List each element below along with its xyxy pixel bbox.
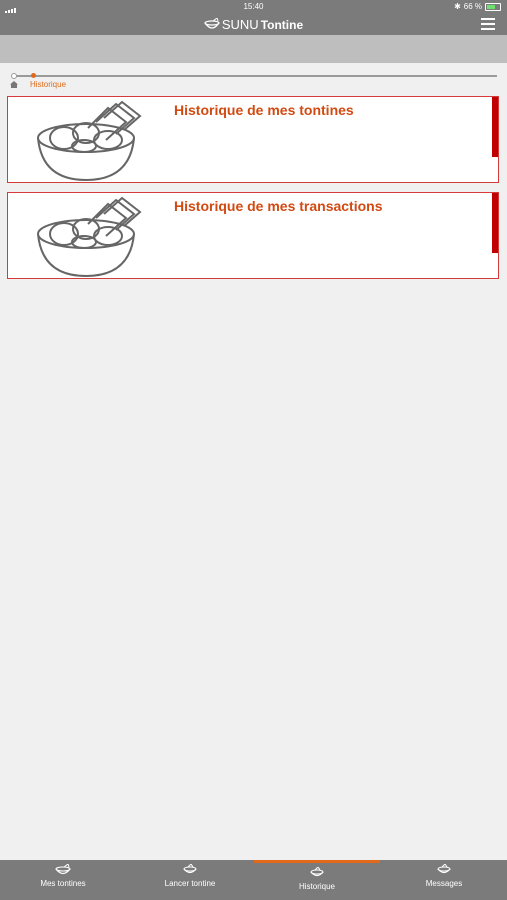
bowl-icon [183, 864, 197, 874]
bowl-icon [310, 867, 324, 877]
battery-percent: 66 % [463, 2, 482, 11]
card-tontines-history[interactable]: Historique de mes tontines [7, 96, 499, 183]
bottom-tab-bar: Mes tontines Lancer tontine Historique M… [0, 860, 507, 900]
status-bar: 15:40 ✱ 66 % [0, 0, 507, 14]
breadcrumb-step-current [31, 73, 36, 78]
sub-header [0, 35, 507, 63]
tab-label: Mes tontines [40, 879, 86, 888]
home-icon[interactable] [10, 81, 18, 88]
tab-label: Lancer tontine [164, 879, 216, 888]
card-title: Historique de mes transactions [174, 198, 383, 214]
breadcrumb-step-home[interactable] [11, 73, 17, 79]
tab-historique[interactable]: Historique [254, 860, 380, 900]
app-header: SUNU Tontine [0, 14, 507, 35]
bowl-icon [55, 864, 71, 875]
breadcrumb-track [14, 75, 497, 77]
tab-lancer-tontine[interactable]: Lancer tontine [127, 860, 253, 900]
bowl-money-icon [37, 100, 142, 182]
status-time: 15:40 [243, 2, 264, 11]
bowl-money-icon [37, 196, 142, 278]
menu-icon[interactable] [481, 18, 495, 30]
tab-mes-tontines[interactable]: Mes tontines [0, 860, 126, 900]
card-accent-bar [492, 97, 498, 157]
card-transactions-history[interactable]: Historique de mes transactions [7, 192, 499, 279]
bowl-icon [437, 864, 451, 874]
logo-name: Tontine [260, 18, 304, 32]
active-tab-indicator [254, 860, 380, 863]
logo-bowl-icon [204, 17, 220, 29]
app-logo: SUNU Tontine [0, 16, 507, 34]
tab-messages[interactable]: Messages [381, 860, 507, 900]
logo-prefix: SUNU [221, 17, 259, 32]
breadcrumb-current: Historique [30, 80, 67, 89]
tab-label: Messages [425, 879, 463, 888]
tab-label: Historique [298, 882, 335, 891]
card-accent-bar [492, 193, 498, 253]
card-title: Historique de mes tontines [174, 102, 354, 118]
bluetooth-icon: ✱ [454, 2, 461, 11]
battery-icon [485, 2, 501, 11]
